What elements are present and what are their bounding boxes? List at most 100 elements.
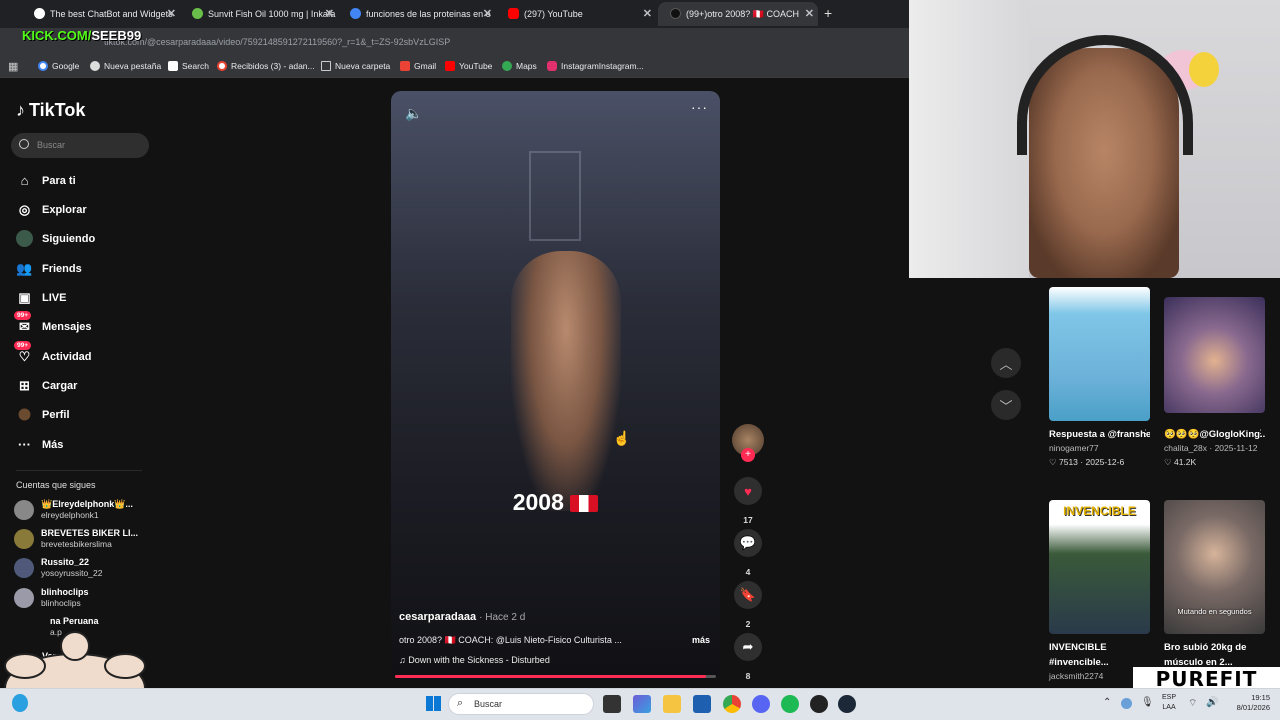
card-more-icon[interactable]: ⋮: [1141, 428, 1150, 439]
heart-outline-icon: ♡: [1164, 457, 1174, 467]
account-name: blinhoclips: [41, 587, 89, 597]
like-count: 17: [743, 515, 753, 525]
sidebar-item-actividad[interactable]: ♡ 99+ Actividad: [14, 341, 92, 365]
bookmark-item[interactable]: Google: [38, 61, 79, 71]
bookmark-icon: 🔖: [734, 581, 762, 609]
share-button[interactable]: ➦ 8: [734, 633, 762, 681]
close-icon[interactable]: ✕: [167, 7, 176, 20]
share-icon: ➦: [734, 633, 762, 661]
video-player[interactable]: 🔈 ··· 2008 cesarparadaaa · Hace 2 d otro…: [391, 91, 720, 680]
sidebar-item-explorar[interactable]: ◎ Explorar: [16, 201, 87, 218]
volume-icon[interactable]: 🔈: [405, 105, 422, 122]
followed-account[interactable]: 👑Elreydelphonk👑... elreydelphonk1: [14, 499, 133, 521]
taskbar-search[interactable]: ⌕ Buscar: [448, 693, 594, 715]
followed-account[interactable]: Russito_22 yosoyrussito_22: [14, 557, 102, 579]
save-button[interactable]: 🔖 2: [734, 581, 762, 629]
more-options-icon[interactable]: ···: [691, 99, 708, 115]
music-title: Down with the Sickness - Disturbed: [408, 655, 550, 665]
comment-count: 4: [745, 567, 751, 577]
tray-chevron-icon[interactable]: ⌃: [1103, 697, 1111, 708]
sidebar-item-perfil[interactable]: Perfil: [16, 406, 70, 423]
close-icon[interactable]: ✕: [643, 7, 652, 20]
sidebar-item-friends[interactable]: 👥 Friends: [16, 260, 82, 277]
store-icon[interactable]: [693, 695, 711, 713]
obs-icon[interactable]: [810, 695, 828, 713]
tab-label: The best ChatBot and Widgets: [50, 9, 173, 19]
followed-account[interactable]: BREVETES BIKER LI... brevetesbikerslima: [14, 528, 138, 550]
steam-icon[interactable]: [838, 695, 856, 713]
weather-icon[interactable]: [12, 694, 28, 712]
browser-tab[interactable]: Sunvit Fish Oil 1000 mg | Inkafa ✕: [180, 2, 338, 26]
language-indicator[interactable]: ESP LAA: [1162, 693, 1176, 713]
bookmark-item[interactable]: YouTube: [445, 61, 492, 71]
account-handle: brevetesbikerslima: [41, 539, 112, 549]
notification-badge: 99+: [14, 341, 32, 350]
creator-avatar[interactable]: +: [732, 424, 764, 462]
recommended-video-card[interactable]: INVENCIBLE INVENCIBLE #invencible... jac…: [1049, 500, 1150, 683]
windows-start-icon[interactable]: [426, 696, 441, 711]
bookmark-item[interactable]: Maps: [502, 61, 537, 71]
background-sign: [529, 151, 581, 241]
recommended-video-card[interactable]: 🥺🥺🥺@GlogloKing... chalita_28x · 2025-11-…: [1164, 297, 1265, 469]
video-author[interactable]: cesarparadaaa · Hace 2 d: [399, 611, 525, 623]
next-video-button[interactable]: ﹀: [991, 390, 1021, 420]
system-clock[interactable]: 19:15 8/01/2026: [1226, 693, 1270, 713]
search-icon: ⌕: [457, 697, 464, 709]
comment-button[interactable]: 💬 4: [734, 529, 762, 577]
recommended-video-card[interactable]: Mutando en segundos Bro subió 20kg de mú…: [1164, 500, 1265, 670]
discord-icon[interactable]: [752, 695, 770, 713]
like-button[interactable]: ♥ 17: [734, 477, 762, 525]
sidebar-item-siguiendo[interactable]: Siguiendo: [16, 230, 95, 247]
lang-line: LAA: [1162, 704, 1176, 711]
copilot-icon[interactable]: [633, 695, 651, 713]
browser-tab-active[interactable]: (99+)otro 2008? 🇵🇪 COACH ✕: [658, 2, 818, 26]
follow-plus-icon[interactable]: +: [741, 448, 755, 462]
video-thumbnail: Mutando en segundos: [1164, 500, 1265, 634]
network-icon[interactable]: ⌔: [1188, 697, 1197, 710]
bookmark-item[interactable]: Search: [168, 61, 209, 71]
music-info[interactable]: ♫ Down with the Sickness - Disturbed: [399, 655, 550, 665]
file-explorer-icon[interactable]: [663, 695, 681, 713]
browser-tab[interactable]: The best ChatBot and Widgets ✕: [22, 2, 180, 26]
bookmark-item[interactable]: Nueva carpeta: [321, 61, 390, 71]
more-button[interactable]: más: [692, 635, 710, 645]
close-icon[interactable]: ✕: [325, 7, 334, 20]
clock-date: 8/01/2026: [1236, 703, 1270, 712]
sidebar-item-mensajes[interactable]: ✉ 99+ Mensajes: [14, 311, 92, 335]
bookmark-item[interactable]: InstagramInstagram...: [547, 61, 644, 71]
card-more-icon[interactable]: ⋮: [1256, 428, 1265, 439]
chrome-icon[interactable]: [723, 695, 741, 713]
microphone-icon[interactable]: 🎙: [1141, 697, 1154, 708]
headphones: [1017, 35, 1193, 155]
friends-icon: 👥: [16, 260, 33, 276]
task-view-icon[interactable]: [603, 695, 621, 713]
bookmark-item[interactable]: Recibidos (3) - adan...: [217, 61, 315, 71]
recommended-video-card[interactable]: Respuesta a @franshesca511... ninogamer7…: [1049, 287, 1150, 469]
apps-grid-icon[interactable]: ▦: [8, 60, 18, 73]
video-description: otro 2008? 🇵🇪 COACH: @Luis Nieto-Fisico …: [399, 635, 622, 645]
sidebar-item-mas[interactable]: ··· Más: [16, 436, 63, 453]
tray-app-icon[interactable]: [1121, 698, 1132, 709]
card-likes: 7513: [1058, 457, 1078, 467]
sidebar-item-cargar[interactable]: ⊞ Cargar: [16, 377, 77, 394]
volume-icon[interactable]: 🔊: [1206, 697, 1218, 708]
sidebar-item-live[interactable]: ▣ LIVE: [16, 289, 66, 306]
search-input[interactable]: Buscar: [11, 133, 149, 158]
following-icon: [16, 230, 33, 247]
spotify-icon[interactable]: [781, 695, 799, 713]
browser-tab[interactable]: (297) YouTube ✕: [496, 2, 656, 26]
followed-account[interactable]: blinhoclips blinhoclips: [14, 587, 89, 609]
new-tab-button[interactable]: +: [824, 5, 832, 21]
bookmark-item[interactable]: Nueva pestaña: [90, 61, 161, 71]
tiktok-logo[interactable]: ♪ TikTok: [16, 100, 85, 121]
close-icon[interactable]: ✕: [805, 7, 814, 20]
nav-label: Friends: [42, 262, 82, 275]
bookmark-item[interactable]: Gmail: [400, 61, 436, 71]
sidebar-item-para-ti[interactable]: ⌂ Para ti: [16, 172, 76, 189]
browser-tab[interactable]: funciones de las proteinas en e ✕: [338, 2, 496, 26]
author-name[interactable]: cesarparadaaa: [399, 611, 476, 623]
url-text[interactable]: tiktok.com/@cesarparadaaa/video/75921485…: [104, 37, 450, 47]
video-progress-bar[interactable]: [395, 675, 716, 678]
close-icon[interactable]: ✕: [483, 7, 492, 20]
previous-video-button[interactable]: ︿: [991, 348, 1021, 378]
